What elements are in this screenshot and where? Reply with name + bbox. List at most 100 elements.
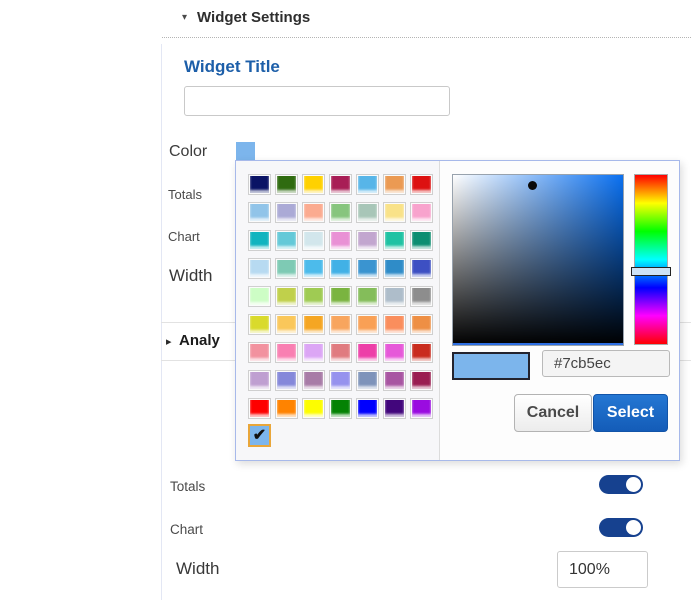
palette-swatch[interactable] xyxy=(329,174,352,195)
palette-swatch-color xyxy=(304,204,323,221)
palette-swatch[interactable] xyxy=(410,398,433,419)
palette-swatch[interactable] xyxy=(275,314,298,335)
palette-swatch[interactable] xyxy=(302,342,325,363)
palette-swatch-color xyxy=(331,344,350,361)
palette-swatch[interactable] xyxy=(356,286,379,307)
palette-swatch[interactable] xyxy=(383,370,406,391)
palette-swatch[interactable] xyxy=(356,230,379,251)
palette-swatch[interactable] xyxy=(383,342,406,363)
palette-swatch-color xyxy=(331,260,350,277)
palette-swatch[interactable] xyxy=(329,370,352,391)
palette-swatch[interactable] xyxy=(329,342,352,363)
palette-swatch[interactable] xyxy=(329,286,352,307)
chart-toggle[interactable] xyxy=(599,518,643,537)
hue-slider-handle[interactable] xyxy=(631,267,671,276)
palette-swatch[interactable] xyxy=(383,230,406,251)
width-input[interactable] xyxy=(557,551,648,588)
palette-swatch[interactable] xyxy=(356,174,379,195)
hue-slider[interactable] xyxy=(634,174,668,345)
palette-swatch[interactable] xyxy=(275,398,298,419)
palette-swatch[interactable] xyxy=(329,230,352,251)
palette-swatch[interactable] xyxy=(410,286,433,307)
saturation-square[interactable] xyxy=(452,174,624,346)
palette-swatch[interactable] xyxy=(383,174,406,195)
palette-swatch[interactable] xyxy=(356,202,379,223)
palette-swatch[interactable] xyxy=(275,174,298,195)
palette-swatch-color xyxy=(250,260,269,277)
palette-swatch[interactable] xyxy=(275,258,298,279)
palette-swatch[interactable] xyxy=(275,286,298,307)
totals-toggle[interactable] xyxy=(599,475,643,494)
collapse-triangle-icon[interactable]: ▾ xyxy=(182,12,187,23)
palette-grid xyxy=(248,174,433,419)
expand-triangle-icon[interactable]: ▸ xyxy=(166,335,172,348)
palette-swatch[interactable] xyxy=(329,398,352,419)
palette-swatch[interactable] xyxy=(329,258,352,279)
palette-swatch[interactable] xyxy=(410,202,433,223)
palette-swatch[interactable] xyxy=(248,258,271,279)
palette-swatch[interactable] xyxy=(383,314,406,335)
palette-swatch[interactable] xyxy=(410,342,433,363)
palette-swatch[interactable] xyxy=(302,202,325,223)
palette-swatch[interactable] xyxy=(248,314,271,335)
palette-swatch[interactable] xyxy=(302,314,325,335)
palette-swatch[interactable] xyxy=(302,370,325,391)
palette-swatch[interactable] xyxy=(383,286,406,307)
analysis-section-header[interactable]: Analy xyxy=(179,332,220,349)
select-button[interactable]: Select xyxy=(593,394,668,432)
palette-swatch[interactable] xyxy=(383,398,406,419)
palette-swatch[interactable] xyxy=(356,314,379,335)
palette-swatch-color xyxy=(358,400,377,417)
palette-swatch[interactable] xyxy=(383,258,406,279)
palette-swatch[interactable] xyxy=(275,342,298,363)
palette-swatch[interactable] xyxy=(410,258,433,279)
palette-swatch[interactable] xyxy=(302,230,325,251)
palette-swatch[interactable] xyxy=(302,258,325,279)
palette-swatch-color xyxy=(412,204,431,221)
palette-swatch-color xyxy=(412,316,431,333)
palette-swatch[interactable] xyxy=(275,230,298,251)
cancel-button[interactable]: Cancel xyxy=(514,394,592,432)
width-label: Width xyxy=(169,266,212,286)
widget-settings-header[interactable]: Widget Settings xyxy=(197,9,310,26)
palette-swatch[interactable] xyxy=(302,398,325,419)
palette-swatch[interactable] xyxy=(356,258,379,279)
palette-swatch-color xyxy=(304,344,323,361)
palette-swatch[interactable] xyxy=(248,342,271,363)
hex-input[interactable] xyxy=(542,350,670,377)
palette-swatch[interactable] xyxy=(356,398,379,419)
palette-swatch-color xyxy=(277,372,296,389)
widget-settings-page: ▾ Widget Settings Widget Title Color Tot… xyxy=(0,0,691,605)
palette-swatch[interactable] xyxy=(248,202,271,223)
palette-swatch-color xyxy=(385,204,404,221)
palette-swatch[interactable] xyxy=(329,314,352,335)
totals-label: Totals xyxy=(168,187,202,202)
palette-swatch[interactable] xyxy=(248,398,271,419)
palette-swatch[interactable] xyxy=(275,202,298,223)
palette-swatch[interactable] xyxy=(248,230,271,251)
palette-swatch[interactable] xyxy=(356,370,379,391)
palette-swatch[interactable] xyxy=(410,174,433,195)
palette-swatch[interactable] xyxy=(302,286,325,307)
checkmark-icon: ✔ xyxy=(253,428,266,444)
palette-swatch[interactable] xyxy=(410,370,433,391)
palette-swatch-color xyxy=(250,372,269,389)
widget-title-input[interactable] xyxy=(184,86,450,116)
palette-swatch[interactable] xyxy=(383,202,406,223)
palette-swatch[interactable] xyxy=(275,370,298,391)
palette-swatch[interactable] xyxy=(356,342,379,363)
palette-swatch[interactable] xyxy=(248,174,271,195)
color-preview xyxy=(452,352,530,380)
palette-swatch-color xyxy=(412,232,431,249)
palette-swatch[interactable] xyxy=(329,202,352,223)
palette-swatch-color xyxy=(412,176,431,193)
palette-swatch[interactable] xyxy=(410,230,433,251)
selected-swatch[interactable]: ✔ xyxy=(248,424,271,447)
palette-swatch[interactable] xyxy=(302,174,325,195)
palette-swatch[interactable] xyxy=(248,286,271,307)
palette-swatch[interactable] xyxy=(248,370,271,391)
palette-swatch[interactable] xyxy=(410,314,433,335)
palette-swatch-color xyxy=(331,288,350,305)
saturation-marker[interactable] xyxy=(528,181,537,190)
color-swatch[interactable] xyxy=(236,142,255,160)
